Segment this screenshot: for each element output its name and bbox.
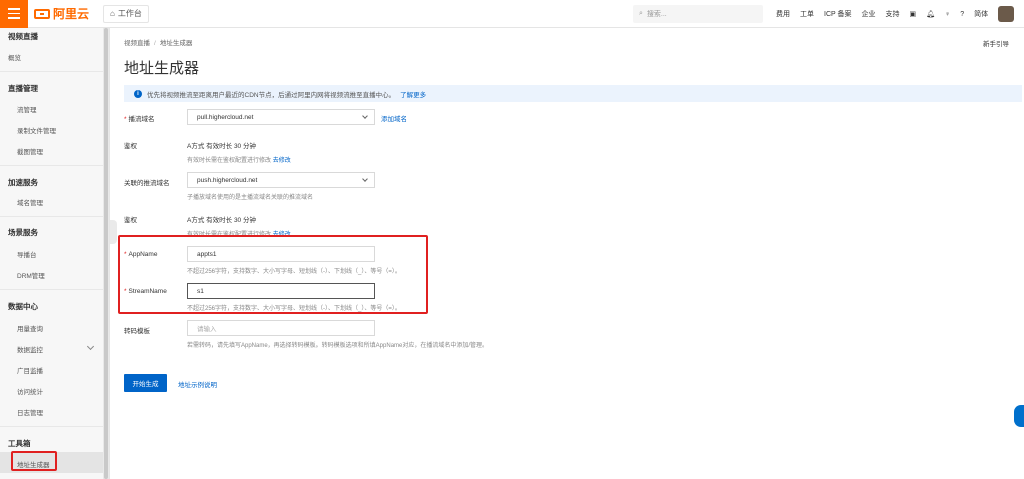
generate-button[interactable]: 开始生成 — [124, 374, 167, 392]
push-domain-label: 关联的推流域名 — [124, 180, 170, 187]
breadcrumb-live[interactable]: 视频直播 — [124, 40, 150, 47]
push-domain-value: push.highercloud.net — [197, 176, 258, 184]
chevron-down-icon[interactable] — [86, 342, 95, 351]
play-domain-label: * 播流域名 — [124, 113, 155, 123]
sidebar-item-domains[interactable]: 域名管理 — [17, 197, 43, 207]
floating-assistant-button[interactable] — [1014, 405, 1024, 427]
breadcrumb-current: 地址生成器 — [159, 40, 193, 47]
auth-hint: 有效时长需在鉴权配置进行修改 去修改 — [187, 155, 291, 164]
divider — [0, 289, 103, 290]
transcode-placeholder: 请输入 — [197, 326, 217, 333]
transcode-hint: 若需转码，请先填写AppName，再选择转码模板。转码模板选项和所填AppNam… — [187, 343, 489, 349]
logo[interactable]: 阿里云 — [34, 0, 89, 28]
help-icon[interactable]: ? — [960, 11, 964, 18]
sidebar-item-overview[interactable]: 概览 — [8, 52, 21, 62]
sidebar-item-recordings[interactable]: 录制文件管理 — [17, 125, 56, 135]
auth-value: A方式 有效时长 30 分钟 — [187, 217, 256, 224]
sidebar-group-acceleration: 加速服务 — [8, 178, 38, 187]
sidebar-group-scenes: 场景服务 — [8, 228, 38, 237]
info-banner: i 优先将视频推流至距离用户最近的CDN节点，后通过阿里内网将视频流推至直播中心… — [124, 85, 1022, 102]
divider — [0, 71, 103, 72]
search-input[interactable]: ⌕ 搜索... — [633, 5, 763, 23]
top-nav: 费用 工单 ICP 备案 企业 支持 ▣ 🔔︎ ♀ ? 简体 — [776, 0, 1015, 28]
nav-tickets[interactable]: 工单 — [800, 9, 814, 19]
top-bar: 阿里云 ⌂ 工作台 ⌕ 搜索... 费用 工单 ICP 备案 企业 支持 ▣ 🔔… — [0, 0, 1024, 28]
nav-enterprise[interactable]: 企业 — [862, 9, 876, 19]
highlight-box — [118, 235, 428, 314]
chevron-down-icon — [362, 113, 368, 119]
avatar[interactable] — [998, 6, 1015, 22]
breadcrumb-separator: / — [154, 40, 156, 47]
menu-icon[interactable] — [0, 0, 28, 28]
nav-icp[interactable]: ICP 备案 — [824, 9, 852, 19]
auth-label: 鉴权 — [124, 143, 137, 150]
language-switch[interactable]: 简体 — [974, 9, 988, 19]
play-domain-label-text: 播流域名 — [128, 116, 155, 123]
required-mark: * — [124, 116, 127, 123]
learn-more-link[interactable]: 了解更多 — [400, 89, 426, 99]
push-domain-select[interactable]: push.highercloud.net — [187, 172, 375, 188]
search-icon: ⌕ — [639, 10, 643, 17]
breadcrumb: 视频直播 / 地址生成器 — [124, 37, 192, 47]
highlight-box — [11, 451, 57, 471]
divider — [0, 426, 103, 427]
sidebar-product-title: 视频直播 — [8, 32, 38, 41]
nav-fees[interactable]: 费用 — [776, 9, 790, 19]
info-icon: i — [134, 89, 142, 98]
guide-link[interactable]: 新手引导 — [983, 38, 1009, 48]
page-title: 地址生成器 — [124, 60, 200, 77]
add-domain-link[interactable]: 添加域名 — [381, 113, 407, 123]
push-domain-hint: 子播放域名使用的是主播流域名关联的推流域名 — [187, 195, 314, 201]
scrollbar-thumb[interactable] — [104, 28, 108, 479]
chevron-down-icon — [362, 176, 368, 182]
bell-icon[interactable]: 🔔︎ — [926, 10, 935, 18]
sidebar-group-live-manage: 直播管理 — [8, 84, 38, 93]
auth-hint-text: 有效时长需在鉴权配置进行修改 — [187, 158, 272, 164]
divider — [0, 216, 103, 217]
transcode-label: 转码模板 — [124, 328, 150, 335]
main-content: 视频直播 / 地址生成器 新手引导 地址生成器 i 优先将视频推流至距离用户最近的C… — [113, 28, 1024, 479]
sidebar-group-data-center: 数据中心 — [8, 302, 38, 311]
sidebar-scrollbar[interactable] — [103, 28, 109, 479]
sidebar-item-logs[interactable]: 日志管理 — [17, 407, 43, 417]
transcode-input[interactable]: 请输入 — [187, 320, 375, 336]
sidebar-group-toolbox: 工具箱 — [8, 439, 31, 448]
sidebar-item-snapshots[interactable]: 截图管理 — [17, 146, 43, 156]
sidebar-item-stats[interactable]: 访问统计 — [17, 386, 43, 396]
play-domain-value: pull.highercloud.net — [197, 113, 254, 121]
sidebar-item-monitoring[interactable]: 数据监控 — [17, 344, 43, 354]
aliyun-logo-icon — [34, 8, 50, 19]
sidebar-item-director[interactable]: 导播台 — [17, 249, 37, 259]
example-link[interactable]: 地址示例说明 — [178, 379, 217, 389]
sidebar-item-drm[interactable]: DRM管理 — [17, 270, 45, 280]
sidebar-item-usage[interactable]: 用量查询 — [17, 323, 43, 333]
info-text: 优先将视频推流至距离用户最近的CDN节点，后通过阿里内网将视频流推至直播中心。 — [147, 91, 396, 99]
sidebar-item-guangmu[interactable]: 广目监播 — [17, 365, 43, 375]
workbench-label: 工作台 — [117, 9, 142, 18]
auth-modify-link[interactable]: 去修改 — [273, 158, 291, 164]
search-placeholder: 搜索... — [646, 11, 667, 18]
auth-label: 鉴权 — [124, 217, 137, 224]
terminal-icon[interactable]: ▣ — [910, 10, 917, 18]
logo-text: 阿里云 — [53, 7, 90, 21]
play-domain-select[interactable]: pull.highercloud.net — [187, 109, 375, 125]
auth-value: A方式 有效时长 30 分钟 — [187, 143, 256, 150]
sidebar: 视频直播 概览 直播管理 流管理 录制文件管理 截图管理 加速服务 域名管理 场… — [0, 28, 110, 479]
home-icon: ⌂ — [110, 9, 115, 18]
lightbulb-icon[interactable]: ♀ — [945, 11, 950, 18]
nav-support[interactable]: 支持 — [886, 9, 900, 19]
divider — [0, 165, 103, 166]
sidebar-item-streams[interactable]: 流管理 — [17, 104, 37, 114]
workbench-button[interactable]: ⌂ 工作台 — [103, 4, 149, 23]
